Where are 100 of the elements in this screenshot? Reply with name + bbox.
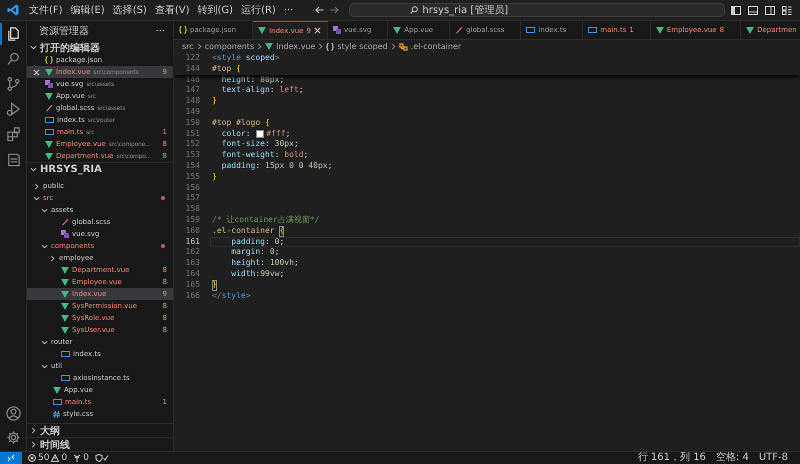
encoding-setting[interactable]: UTF-8 xyxy=(758,452,788,464)
ts-file-icon xyxy=(61,351,70,357)
code-line: color: #fff; xyxy=(220,128,290,140)
search-icon xyxy=(410,6,418,14)
ts-file-icon xyxy=(588,27,598,33)
more-actions-button[interactable]: ··· xyxy=(155,26,165,36)
chevron-down-icon[interactable] xyxy=(41,362,48,370)
line-number: 144 xyxy=(184,64,200,75)
source-control-icon[interactable] xyxy=(6,76,20,92)
chevron-right-icon xyxy=(390,43,396,50)
line-number: 163 xyxy=(184,258,200,269)
more-menu[interactable]: ··· xyxy=(280,4,298,16)
cursor-position[interactable]: 行 161，列 16 xyxy=(638,452,706,464)
section-header[interactable]: 大纲 xyxy=(27,423,173,437)
line-number: 148 xyxy=(184,96,200,107)
panel-title: 资源管理器 xyxy=(39,25,90,38)
line-number: 154 xyxy=(184,160,200,172)
vue-file-icon xyxy=(53,386,61,394)
code-line: /* 让container占满视窗*/ xyxy=(212,214,320,226)
back-arrow-icon[interactable] xyxy=(315,6,324,14)
scss-file-icon xyxy=(61,218,69,226)
code-line: font-weight: bold; xyxy=(220,150,308,161)
chevron-down-icon[interactable] xyxy=(30,166,37,173)
scss-file-icon xyxy=(45,104,53,112)
chevron-down-icon[interactable] xyxy=(41,338,48,346)
account-icon[interactable] xyxy=(6,406,20,421)
line-number: 122 xyxy=(184,53,200,64)
code-line: height: 80px; xyxy=(220,74,284,86)
code-line: text-align: left; xyxy=(220,85,304,96)
image-file-icon xyxy=(45,80,53,88)
code-line: } xyxy=(212,280,217,291)
vue-file-icon xyxy=(45,92,53,100)
line-number: 164 xyxy=(184,268,200,280)
menu-item[interactable]: 文件(F) xyxy=(25,3,67,17)
menu-item[interactable]: 查看(V) xyxy=(150,3,194,17)
chevron-right-icon[interactable] xyxy=(33,182,40,190)
braces-icon xyxy=(326,42,334,50)
code-line: } xyxy=(212,96,217,107)
section-header[interactable]: HRSYS_RIA xyxy=(27,162,173,176)
secondary-sidebar-icon[interactable] xyxy=(765,6,775,14)
shield-check-icon[interactable] xyxy=(94,454,109,462)
line-number: 161 xyxy=(184,236,200,248)
remote-button[interactable] xyxy=(0,452,22,464)
layout-icon[interactable] xyxy=(782,6,792,14)
settings-icon[interactable] xyxy=(6,430,20,445)
search-icon[interactable] xyxy=(6,51,20,67)
line-number: 160 xyxy=(184,226,200,237)
line-number: 151 xyxy=(184,128,200,140)
chevron-right-icon xyxy=(318,43,324,50)
breadcrumb-item[interactable]: Index.vue xyxy=(276,42,316,51)
line-number: 147 xyxy=(184,85,200,96)
run-debug-icon[interactable] xyxy=(6,101,20,117)
extensions-icon[interactable] xyxy=(6,126,20,142)
chevron-down-icon[interactable] xyxy=(30,44,37,51)
error-icon xyxy=(28,454,36,462)
code-line: } xyxy=(212,172,217,183)
ports-button[interactable]: 0 xyxy=(73,453,89,463)
menu-item[interactable]: 编辑(E) xyxy=(66,3,109,17)
breadcrumb-item[interactable]: components xyxy=(204,42,254,51)
breadcrumb-item[interactable]: style scoped xyxy=(337,42,388,51)
indentation-setting[interactable]: 空格: 4 xyxy=(716,452,749,464)
scss-file-icon xyxy=(455,26,464,34)
line-number: 153 xyxy=(184,150,200,161)
image-file-icon xyxy=(332,26,341,34)
command-search-field[interactable]: hrsys_ria [管理员] xyxy=(349,3,726,17)
menu-item[interactable]: 转到(G) xyxy=(194,3,238,17)
menu-item[interactable]: 运行(R) xyxy=(237,3,280,17)
breadcrumb-item[interactable]: src xyxy=(182,42,194,51)
class-icon xyxy=(398,42,408,50)
code-line: font-size: 30px; xyxy=(220,139,299,150)
primary-sidebar-icon[interactable] xyxy=(731,6,741,14)
code-line: padding: 0; xyxy=(230,236,284,248)
section-header[interactable]: 打开的编辑器 xyxy=(27,41,173,54)
code-line: .el-container { xyxy=(212,226,284,237)
line-number: 166 xyxy=(184,290,200,302)
color-swatch[interactable] xyxy=(256,130,264,138)
ts-file-icon xyxy=(53,399,62,405)
code-line: width:99vw; xyxy=(230,268,284,280)
ts-file-icon xyxy=(61,375,70,381)
antenna-icon xyxy=(73,454,82,462)
code-line: #top #logo { xyxy=(212,118,270,129)
line-number: 155 xyxy=(184,172,200,183)
line-number: 149 xyxy=(184,106,200,118)
panel-icon[interactable] xyxy=(748,6,758,14)
files-icon[interactable] xyxy=(6,26,20,42)
close-icon[interactable] xyxy=(33,68,40,76)
vue-file-icon xyxy=(265,43,274,50)
chevron-right-icon[interactable] xyxy=(49,254,56,262)
chevron-down-icon[interactable] xyxy=(41,242,48,250)
close-icon[interactable] xyxy=(314,27,321,34)
code-line: padding: 15px 0 0 40px; xyxy=(220,160,332,172)
menu-item[interactable]: 选择(S) xyxy=(108,3,151,17)
vue-file-icon xyxy=(746,26,754,34)
document-icon[interactable] xyxy=(6,151,20,167)
vue-file-icon xyxy=(258,27,266,34)
forward-arrow-icon[interactable] xyxy=(330,6,340,14)
braces-icon xyxy=(45,56,53,64)
line-number: 165 xyxy=(184,280,200,291)
problems-button[interactable]: 50 0 xyxy=(28,453,68,463)
breadcrumb-item[interactable]: .el-container xyxy=(410,42,462,51)
